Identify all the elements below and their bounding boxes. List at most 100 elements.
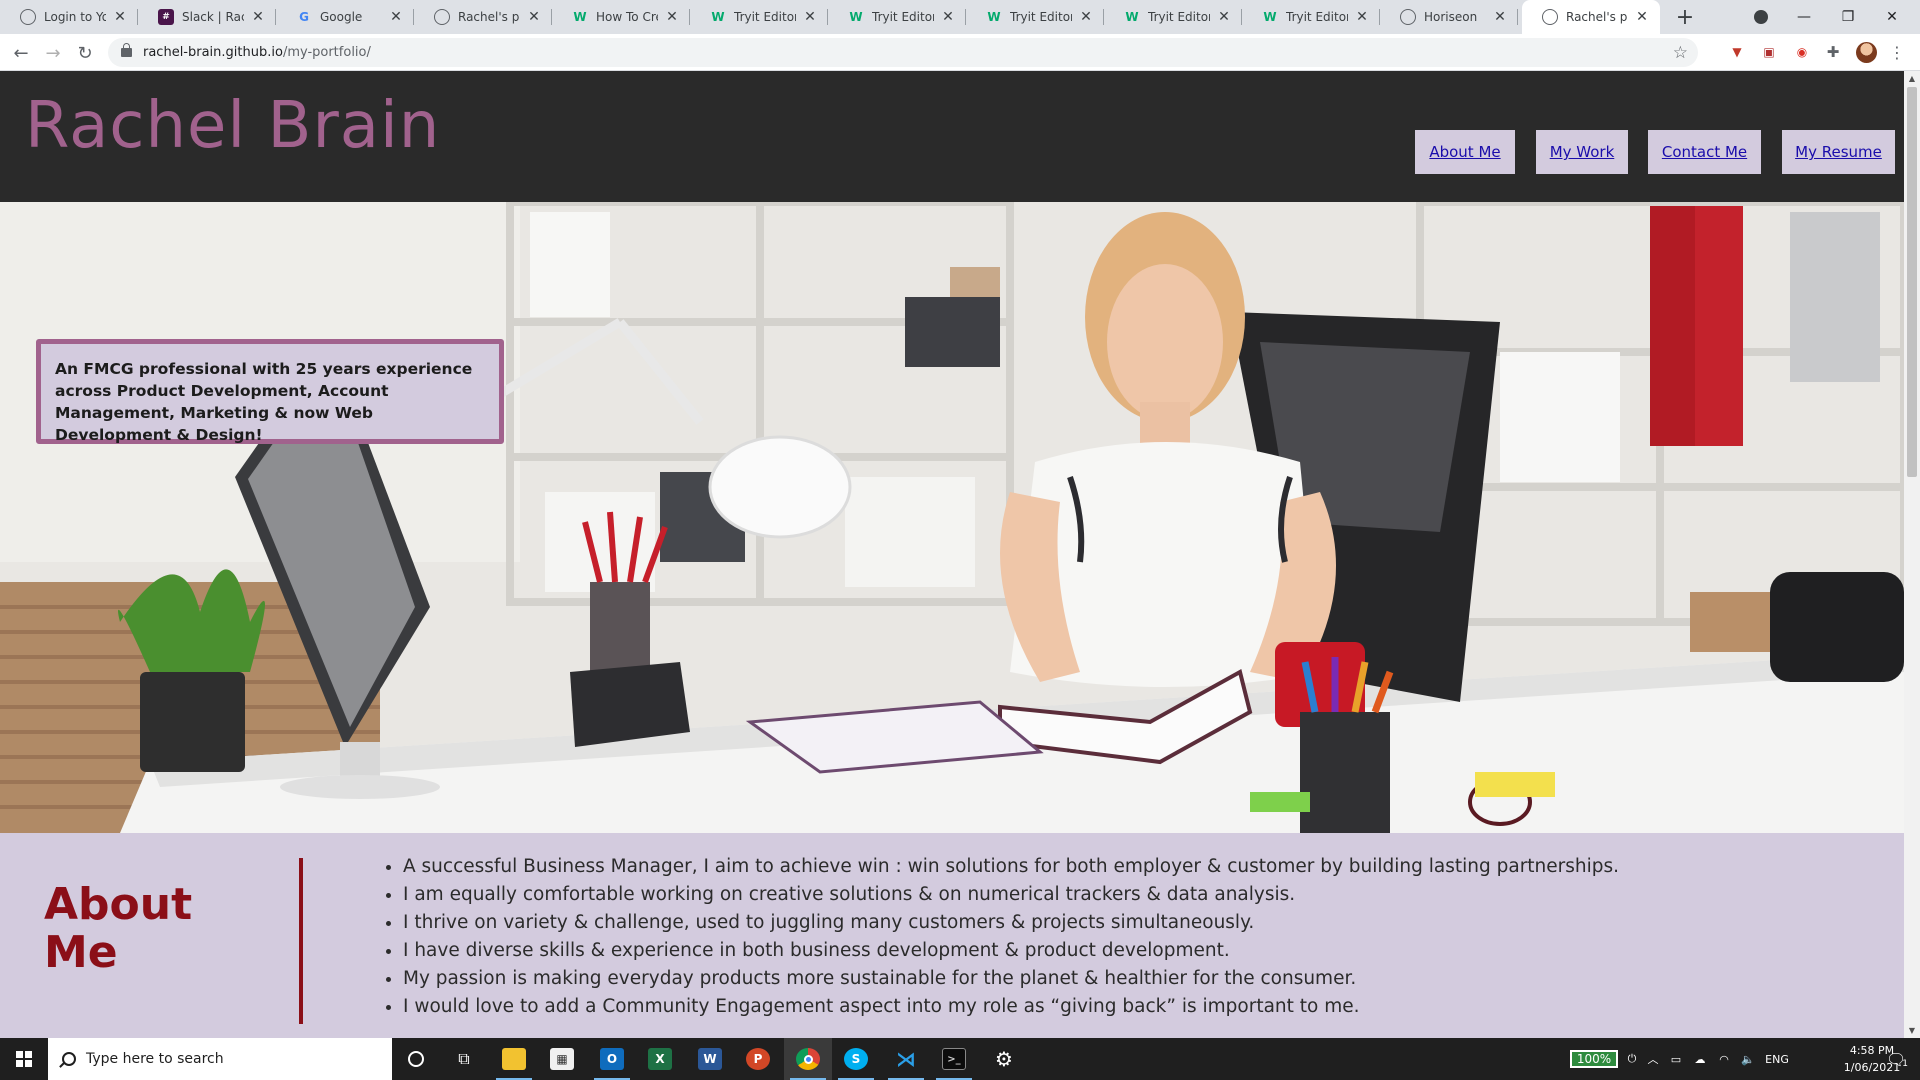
close-icon[interactable]: ✕ xyxy=(940,9,956,25)
notification-center-icon[interactable]: 🗨 1 xyxy=(1880,1038,1914,1080)
taskbar-store[interactable]: ▦ xyxy=(538,1038,586,1080)
tab-title: Tryit Editor v3 xyxy=(734,10,796,24)
tab-slack[interactable]: # Slack | Rachel ✕ xyxy=(138,0,276,34)
nav-my-resume[interactable]: My Resume xyxy=(1782,130,1895,174)
lock-icon xyxy=(121,43,132,57)
tab-google[interactable]: G Google ✕ xyxy=(276,0,414,34)
forward-button[interactable]: → xyxy=(40,40,66,66)
taskbar-outlook[interactable]: O xyxy=(588,1038,636,1080)
taskbar-excel[interactable]: X xyxy=(636,1038,684,1080)
about-title: About Me xyxy=(44,879,193,978)
tab-horiseon[interactable]: Horiseon ✕ xyxy=(1380,0,1518,34)
tab-portfolio-active[interactable]: Rachel's portf ✕ xyxy=(1522,0,1660,34)
tab-tryit-1[interactable]: W Tryit Editor v3 ✕ xyxy=(690,0,828,34)
close-icon[interactable]: ✕ xyxy=(388,9,404,25)
taskbar-skype[interactable]: S xyxy=(832,1038,880,1080)
site-logo[interactable]: Rachel Brain xyxy=(25,89,440,163)
close-icon[interactable]: ✕ xyxy=(1492,9,1508,25)
scrollbar-thumb[interactable] xyxy=(1907,87,1917,477)
battery-indicator[interactable]: 100% xyxy=(1570,1050,1618,1068)
tab-tryit-2[interactable]: W Tryit Editor v3 ✕ xyxy=(828,0,966,34)
tab-tryit-3[interactable]: W Tryit Editor v3 ✕ xyxy=(966,0,1104,34)
close-icon[interactable]: ✕ xyxy=(1634,9,1650,25)
google-icon: G xyxy=(299,10,309,24)
excel-icon: X xyxy=(648,1048,672,1070)
globe-icon xyxy=(20,9,36,25)
onedrive-cloud-icon[interactable]: ☁ xyxy=(1690,1038,1710,1080)
close-icon[interactable]: ✕ xyxy=(112,9,128,25)
terminal-icon: >_ xyxy=(942,1048,966,1070)
outlook-icon: O xyxy=(600,1048,624,1070)
tab-title: How To Creat xyxy=(596,10,658,24)
page-scrollbar[interactable]: ▲ ▼ xyxy=(1904,71,1920,1038)
notification-count: 1 xyxy=(1902,1059,1909,1069)
list-item: I have diverse skills & experience in bo… xyxy=(403,937,1619,965)
chevron-down-icon xyxy=(1754,10,1768,24)
menu-dots-icon[interactable]: ⋮ xyxy=(1888,43,1906,62)
vscode-icon: ⋊ xyxy=(894,1047,918,1071)
tab-strip: Login to Your ✕ # Slack | Rachel ✕ G Goo… xyxy=(0,0,1920,34)
wifi-icon[interactable]: ◠ xyxy=(1714,1038,1734,1080)
tab-tryit-4[interactable]: W Tryit Editor v3 ✕ xyxy=(1104,0,1242,34)
power-plug-icon[interactable]: ⏻ xyxy=(1624,1038,1640,1080)
bookmark-star-icon[interactable]: ☆ xyxy=(1673,43,1688,63)
taskbar-powerpoint[interactable]: P xyxy=(734,1038,782,1080)
cortana-button[interactable] xyxy=(392,1038,440,1080)
battery-icon[interactable]: ▭ xyxy=(1666,1038,1686,1080)
scroll-down-arrow-icon[interactable]: ▼ xyxy=(1907,1026,1917,1035)
w3schools-icon: W xyxy=(849,10,863,24)
skype-icon: S xyxy=(844,1048,868,1070)
tab-title: Rachel's portf xyxy=(1566,10,1628,24)
taskbar-word[interactable]: W xyxy=(686,1038,734,1080)
extensions-puzzle-icon[interactable]: ✚ xyxy=(1824,43,1842,61)
close-icon[interactable]: ✕ xyxy=(664,9,680,25)
url-text: rachel-brain.github.io/my-portfolio/ xyxy=(143,45,371,60)
close-icon[interactable]: ✕ xyxy=(1078,9,1094,25)
close-icon[interactable]: ✕ xyxy=(1216,9,1232,25)
about-section: About Me A successful Business Manager, … xyxy=(0,833,1904,1038)
profile-avatar[interactable] xyxy=(1856,42,1877,63)
taskbar-search-box[interactable]: Type here to search xyxy=(48,1038,392,1080)
tab-howto[interactable]: W How To Creat ✕ xyxy=(552,0,690,34)
start-button[interactable] xyxy=(0,1038,48,1080)
tab-portfolio[interactable]: Rachel's portf ✕ xyxy=(414,0,552,34)
back-button[interactable]: ← xyxy=(8,40,34,66)
task-view-icon: ⧉ xyxy=(458,1049,470,1068)
search-placeholder: Type here to search xyxy=(86,1051,224,1067)
volume-icon[interactable]: 🔈 xyxy=(1738,1038,1758,1080)
translate-extension-icon[interactable]: ◉ xyxy=(1793,43,1811,61)
nav-my-work[interactable]: My Work xyxy=(1536,130,1628,174)
close-window-button[interactable]: ✕ xyxy=(1874,0,1910,34)
cortana-circle-icon xyxy=(408,1051,424,1067)
new-tab-button[interactable]: + xyxy=(1672,0,1698,34)
close-icon[interactable]: ✕ xyxy=(250,9,266,25)
scroll-up-arrow-icon[interactable]: ▲ xyxy=(1907,74,1917,83)
task-view-button[interactable]: ⧉ xyxy=(440,1038,488,1080)
pdf-extension-icon[interactable]: ▣ xyxy=(1760,43,1778,61)
tab-login[interactable]: Login to Your ✕ xyxy=(0,0,138,34)
chrome-icon xyxy=(796,1048,820,1070)
gear-icon: ⚙ xyxy=(995,1047,1013,1071)
language-indicator[interactable]: ENG xyxy=(1762,1038,1792,1080)
tab-tryit-5[interactable]: W Tryit Editor v3 ✕ xyxy=(1242,0,1380,34)
close-icon[interactable]: ✕ xyxy=(526,9,542,25)
tab-search-button[interactable] xyxy=(1748,0,1774,34)
taskbar-file-explorer[interactable] xyxy=(490,1038,538,1080)
list-item: A successful Business Manager, I aim to … xyxy=(403,853,1619,881)
pocket-extension-icon[interactable]: ▼ xyxy=(1728,43,1746,61)
taskbar-chrome[interactable] xyxy=(784,1038,832,1080)
taskbar-settings[interactable]: ⚙ xyxy=(980,1038,1028,1080)
minimize-button[interactable]: — xyxy=(1786,0,1822,34)
taskbar-terminal[interactable]: >_ xyxy=(930,1038,978,1080)
close-icon[interactable]: ✕ xyxy=(1354,9,1370,25)
address-bar[interactable]: rachel-brain.github.io/my-portfolio/ ☆ xyxy=(108,38,1698,67)
nav-about-me[interactable]: About Me xyxy=(1415,130,1515,174)
nav-contact-me[interactable]: Contact Me xyxy=(1648,130,1761,174)
chevron-up-icon[interactable]: ︿ xyxy=(1644,1038,1662,1080)
taskbar-vscode[interactable]: ⋊ xyxy=(882,1038,930,1080)
list-item: I thrive on variety & challenge, used to… xyxy=(403,909,1619,937)
reload-button[interactable]: ↻ xyxy=(72,40,98,66)
close-icon[interactable]: ✕ xyxy=(802,9,818,25)
powerpoint-icon: P xyxy=(746,1048,770,1070)
maximize-button[interactable]: ❐ xyxy=(1830,0,1866,34)
